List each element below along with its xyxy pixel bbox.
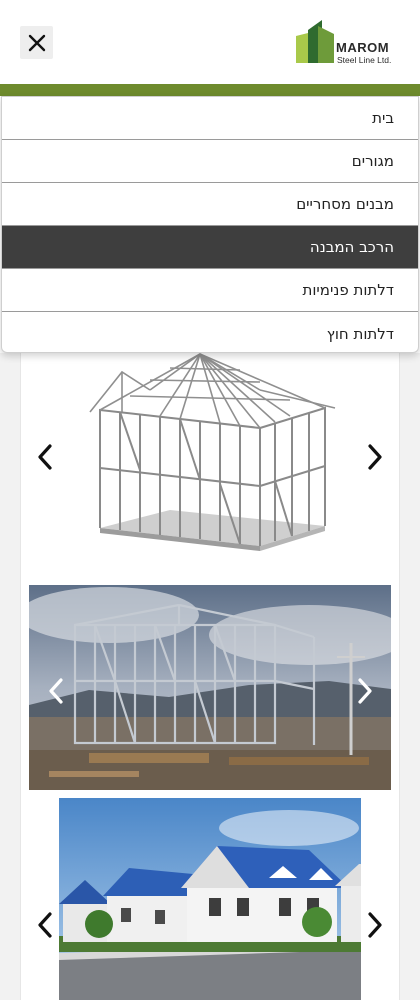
chevron-left-icon [38,444,52,470]
logo-mark-icon [296,20,334,63]
menu-item-structure[interactable]: הרכב המבנה [2,226,418,269]
menu-item-home[interactable]: בית [2,97,418,140]
mobile-nav-menu: בית מגורים מבנים מסחריים הרכב המבנה דלתו… [1,96,419,353]
carousel-2-next-button[interactable] [352,676,378,706]
carousel-3-next-button[interactable] [362,910,388,940]
page-gutter-right [400,353,420,1000]
chevron-right-icon [358,678,372,704]
chevron-right-icon [368,444,382,470]
carousel-image-construction-site [29,585,391,790]
menu-item-residential[interactable]: מגורים [2,140,418,183]
header-accent-bar [0,84,420,96]
menu-item-interior-doors[interactable]: דלתות פנימיות [2,269,418,312]
menu-item-commercial[interactable]: מבנים מסחריים [2,183,418,226]
marom-logo[interactable]: MAROM Steel Line Ltd. [296,20,400,66]
carousel-1-next-button[interactable] [362,442,388,472]
chevron-right-icon [368,912,382,938]
close-icon [28,34,45,51]
page-gutter-left [0,353,20,1000]
carousel-image-steel-frame-model [60,350,360,560]
chevron-left-icon [38,912,52,938]
carousel-3-prev-button[interactable] [32,910,58,940]
logo-title: MAROM [336,40,390,55]
close-menu-button[interactable] [20,26,53,59]
chevron-left-icon [49,678,63,704]
menu-item-exterior-doors[interactable]: דלתות חוץ [2,312,418,352]
carousel-2-prev-button[interactable] [43,676,69,706]
site-header: MAROM Steel Line Ltd. [0,0,420,84]
carousel-1-prev-button[interactable] [32,442,58,472]
logo-subtitle: Steel Line Ltd. [337,55,392,65]
carousel-image-finished-houses [59,798,361,1000]
